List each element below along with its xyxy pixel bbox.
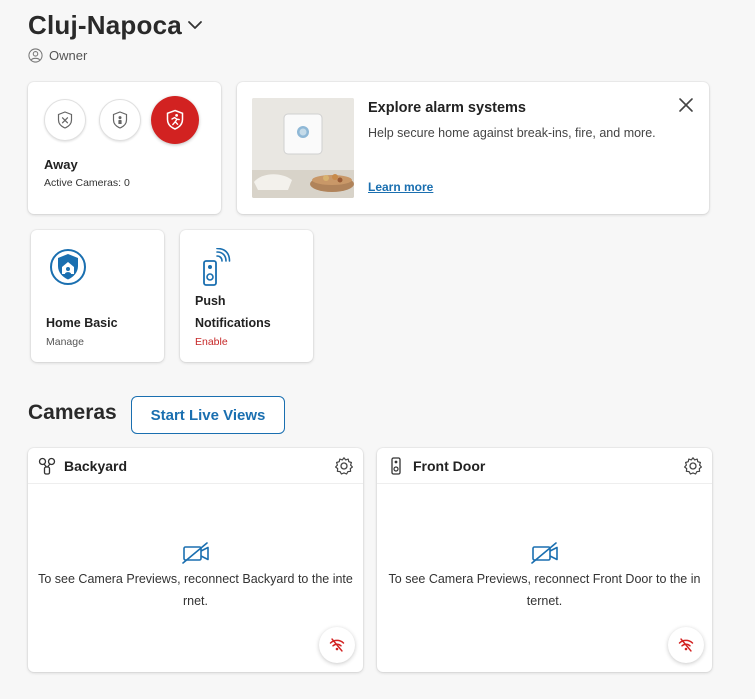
gear-icon[interactable] [334,456,354,476]
enable-link[interactable]: Enable [195,336,228,348]
home-basic-tile[interactable]: Home Basic Manage [31,230,164,362]
active-cameras-count: Active Cameras: 0 [44,177,130,189]
security-mode-card: Away Active Cameras: 0 [28,82,221,214]
user-icon [28,48,43,63]
wifi-off-icon [678,638,694,652]
camera-card-backyard[interactable]: Backyard To see Camera Previews, reconne… [28,448,363,672]
camera-name: Front Door [413,458,486,474]
tile-title: Home Basic [46,316,118,330]
location-title[interactable]: Cluj-Napoca [28,10,182,41]
mode-label: Away [44,157,78,172]
reconnect-message: To see Camera Previews, reconnect Front … [388,572,701,608]
camera-offline-icon [182,542,209,564]
gear-icon[interactable] [683,456,703,476]
home-shield-icon [50,249,86,285]
doorbell-notification-icon [203,248,231,286]
home-mode-button[interactable] [99,99,141,141]
alarm-system-image [252,98,354,198]
wifi-offline-button[interactable] [319,627,355,663]
owner-label: Owner [49,48,88,63]
start-live-views-button[interactable]: Start Live Views [131,396,285,434]
shield-person-icon [112,111,128,129]
cameras-heading: Cameras [28,401,117,424]
shield-x-icon [57,111,73,129]
promo-card: Explore alarm systems Help secure home a… [237,82,709,214]
disarm-button[interactable] [44,99,86,141]
reconnect-message: To see Camera Previews, reconnect Backya… [38,572,353,608]
doorbell-icon [391,457,401,475]
tile-title-line2: Notifications [195,316,271,330]
camera-name: Backyard [64,458,128,474]
camera-card-front-door[interactable]: Front Door To see Camera Previews, recon… [377,448,712,672]
camera-card-header: Front Door [377,448,712,484]
tile-subtitle: Manage [46,336,84,348]
owner-row: Owner [28,48,87,63]
camera-card-header: Backyard [28,448,363,484]
camera-offline-icon [531,542,558,564]
chevron-down-icon[interactable] [186,18,204,32]
away-mode-button[interactable] [151,96,199,144]
promo-title: Explore alarm systems [368,100,526,116]
push-notifications-tile[interactable]: Push Notifications Enable [180,230,313,362]
floodlight-camera-icon [38,457,56,475]
shield-running-icon [166,109,184,130]
promo-body: Help secure home against break-ins, fire… [368,126,656,140]
tile-title-line1: Push [195,294,226,308]
learn-more-link[interactable]: Learn more [368,180,433,194]
wifi-off-icon [329,638,345,652]
close-icon[interactable] [677,96,695,114]
wifi-offline-button[interactable] [668,627,704,663]
